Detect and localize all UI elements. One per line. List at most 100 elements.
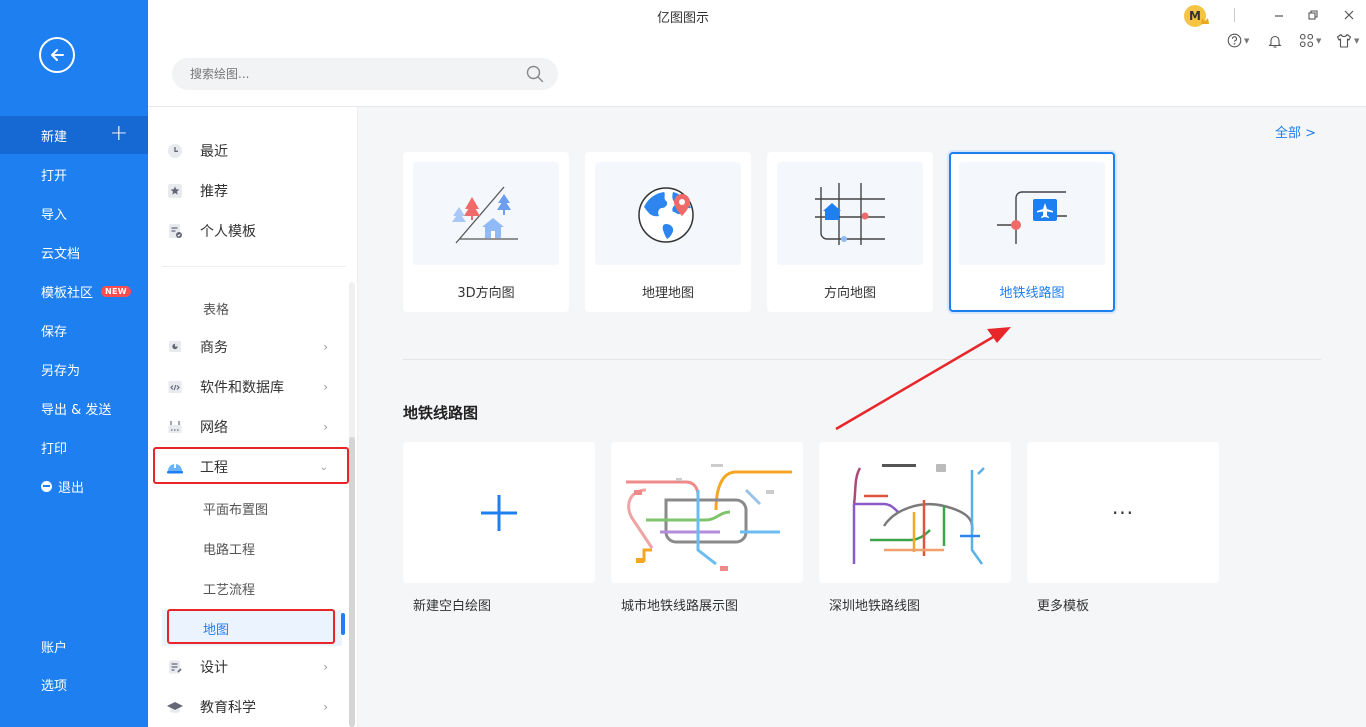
design-icon: [166, 658, 184, 676]
subway-map-icon: [959, 162, 1105, 265]
template-card-direction-map[interactable]: 方向地图: [767, 152, 933, 312]
sidebar-item-save[interactable]: 保存: [0, 311, 148, 349]
personal-template-icon: [166, 222, 184, 240]
sidebar-item-exit[interactable]: 退出: [0, 467, 148, 505]
category-network[interactable]: 网络 ›: [148, 409, 348, 445]
chevron-right-icon: ›: [323, 340, 328, 354]
selection-indicator: [341, 613, 345, 635]
business-icon: [166, 338, 184, 356]
subway-map-thumbnail: [626, 464, 792, 571]
chevron-right-icon: ›: [323, 420, 328, 434]
category-map[interactable]: 地图: [162, 610, 342, 646]
chevron-down-icon: ▼: [1316, 36, 1322, 45]
sidebar-item-print[interactable]: 打印: [0, 428, 148, 466]
category-table[interactable]: 表格: [148, 290, 348, 326]
sidebar-item-export-send[interactable]: 导出 & 发送: [0, 389, 148, 427]
category-engineering[interactable]: 工程 ⌄: [148, 449, 348, 485]
template-card-3d-direction[interactable]: 3D方向图: [403, 152, 569, 312]
divider: [162, 266, 346, 267]
apps-button[interactable]: ▼: [1299, 33, 1321, 48]
chevron-right-icon: ›: [323, 660, 328, 674]
shenzhen-subway-map-template-card[interactable]: [819, 442, 1011, 583]
template-card-geographic-map[interactable]: 地理地图: [585, 152, 751, 312]
category-education-science[interactable]: 教育科学 ›: [148, 689, 348, 725]
search-box[interactable]: [172, 58, 558, 90]
sidebar-item-cloud-docs[interactable]: 云文档: [0, 233, 148, 271]
category-label: 最近: [200, 144, 228, 160]
sidebar-item-options[interactable]: 选项: [0, 665, 148, 703]
category-circuit-engineering[interactable]: 电路工程: [148, 530, 348, 566]
sidebar-item-account[interactable]: 账户: [0, 627, 148, 665]
search-input[interactable]: [190, 67, 526, 81]
subway-map-thumbnail: [852, 464, 985, 565]
engineering-helmet-icon: [166, 458, 184, 476]
sidebar-item-label: 选项: [41, 678, 68, 694]
category-floor-plan[interactable]: 平面布置图: [148, 490, 348, 526]
category-business[interactable]: 商务 ›: [148, 329, 348, 365]
sidebar-item-label: 打开: [41, 168, 68, 184]
search-icon[interactable]: [526, 65, 544, 83]
category-recommended[interactable]: 推荐: [148, 173, 348, 209]
category-recent[interactable]: 最近: [148, 133, 348, 169]
apps-grid-icon: [1299, 33, 1314, 48]
sidebar-item-template-community[interactable]: 模板社区 NEW: [0, 272, 148, 310]
globe-icon: [595, 162, 741, 265]
section-title: 地铁线路图: [403, 404, 479, 422]
help-icon: [1227, 33, 1242, 48]
template-card-label: 地理地图: [641, 286, 694, 301]
category-label: 个人模板: [200, 224, 256, 240]
file-menu-sidebar: 新建 + 打开 导入 云文档 模板社区 NEW 保存 另存为 导出 & 发送 打…: [0, 0, 148, 727]
new-blank-drawing-card[interactable]: [403, 442, 595, 583]
divider: [1234, 8, 1235, 22]
clock-icon: [166, 142, 184, 160]
category-label: 设计: [200, 660, 228, 676]
category-label: 教育科学: [200, 700, 256, 716]
plus-icon[interactable]: +: [110, 123, 128, 145]
bell-icon[interactable]: [1268, 34, 1282, 49]
sidebar-item-label: 打印: [41, 441, 68, 457]
chevron-right-icon: ›: [323, 700, 328, 714]
sidebar-item-save-as[interactable]: 另存为: [0, 350, 148, 388]
more-templates-card[interactable]: ···: [1027, 442, 1219, 583]
crown-badge-icon: [1201, 18, 1209, 24]
more-icon: ···: [1111, 500, 1135, 525]
category-label: 平面布置图: [203, 502, 269, 518]
category-label: 网络: [200, 420, 228, 436]
category-label: 商务: [200, 340, 228, 356]
view-all-link[interactable]: 全部 >: [1275, 122, 1316, 141]
gallery-caption: 更多模板: [1037, 599, 1090, 614]
template-main-area: 全部 > 3D方向图 地理地图 方向地图 地铁线路图 地铁线路图 新建空白绘图 …: [358, 107, 1366, 727]
skin-button[interactable]: ▼: [1336, 33, 1359, 48]
sidebar-item-label: 导入: [41, 207, 68, 223]
back-button[interactable]: [39, 37, 75, 73]
category-process-flow[interactable]: 工艺流程: [148, 570, 348, 606]
close-icon[interactable]: [1344, 10, 1354, 20]
gallery-caption: 深圳地铁路线图: [829, 599, 921, 614]
sidebar-item-open[interactable]: 打开: [0, 155, 148, 193]
category-label: 表格: [203, 302, 230, 318]
sidebar-item-label: 退出: [58, 480, 85, 496]
template-card-subway-map[interactable]: 地铁线路图: [949, 152, 1115, 312]
category-software-database[interactable]: 软件和数据库 ›: [148, 369, 348, 405]
template-category-panel: 最近 推荐 个人模板 表格 商务 › 软件和数据库 › 网络 › 工程 ⌄ 平面…: [148, 107, 358, 727]
category-label: 推荐: [200, 184, 228, 200]
category-design[interactable]: 设计 ›: [148, 649, 348, 685]
tshirt-icon: [1336, 33, 1352, 48]
city-subway-map-template-card[interactable]: [611, 442, 803, 583]
sidebar-item-new[interactable]: 新建 +: [0, 116, 148, 154]
restore-icon[interactable]: [1308, 10, 1318, 20]
gallery-caption: 城市地铁线路展示图: [621, 599, 739, 614]
category-personal-templates[interactable]: 个人模板: [148, 213, 348, 249]
chevron-down-icon: ▼: [1244, 36, 1250, 45]
sidebar-item-label: 保存: [41, 324, 68, 340]
gallery-caption: 新建空白绘图: [413, 599, 492, 614]
scrollbar-thumb[interactable]: [349, 437, 355, 727]
plus-icon: [481, 494, 517, 531]
help-button[interactable]: ▼: [1227, 33, 1249, 48]
sidebar-item-label: 另存为: [41, 363, 81, 379]
sidebar-item-import[interactable]: 导入: [0, 194, 148, 232]
top-header: 亿图图示 M ▼: [148, 0, 1366, 107]
sidebar-item-label: 云文档: [41, 246, 81, 262]
minimize-icon[interactable]: [1274, 10, 1284, 20]
category-label: 电路工程: [203, 542, 256, 558]
